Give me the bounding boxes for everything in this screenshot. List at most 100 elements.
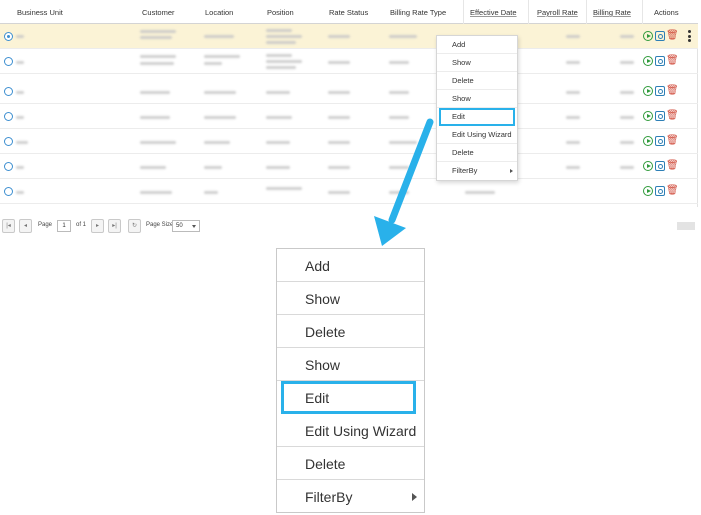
menu-item-show[interactable]: Show bbox=[437, 54, 517, 72]
activate-icon[interactable] bbox=[643, 136, 653, 146]
redacted-cell bbox=[16, 35, 24, 38]
activate-icon[interactable] bbox=[643, 86, 653, 96]
redacted-cell bbox=[266, 116, 292, 119]
table-row[interactable]: 🗑 bbox=[0, 79, 698, 104]
first-page-button[interactable]: |◂ bbox=[2, 219, 15, 233]
trash-icon[interactable]: 🗑 bbox=[666, 31, 679, 41]
menu-item-edit[interactable]: Edit bbox=[439, 108, 515, 126]
activate-icon[interactable] bbox=[643, 111, 653, 121]
menu-item-show-2[interactable]: Show bbox=[437, 90, 517, 108]
redacted-cell bbox=[465, 191, 495, 194]
pager: |◂ ◂ Page 1 of 1 ▸ ▸| ↻ Page Size 50 bbox=[2, 219, 700, 234]
redacted-cell bbox=[140, 166, 166, 169]
view-details-icon[interactable] bbox=[655, 86, 665, 96]
activate-icon[interactable] bbox=[643, 186, 653, 196]
table-row[interactable]: 🗑 bbox=[0, 154, 698, 179]
menu-item-edit[interactable]: Edit bbox=[281, 381, 416, 414]
column-divider[interactable] bbox=[528, 0, 529, 24]
redacted-cell bbox=[328, 91, 350, 94]
menu-item-add[interactable]: Add bbox=[277, 249, 424, 282]
redacted-cell bbox=[140, 30, 176, 33]
trash-icon[interactable]: 🗑 bbox=[666, 136, 679, 146]
row-select-radio[interactable] bbox=[4, 87, 13, 96]
table-row[interactable]: 🗑 bbox=[0, 104, 698, 129]
row-select-radio[interactable] bbox=[4, 112, 13, 121]
col-header-position[interactable]: Position bbox=[267, 0, 294, 24]
redacted-cell bbox=[566, 116, 580, 119]
col-header-billing-rate-type[interactable]: Billing Rate Type bbox=[390, 0, 446, 24]
col-header-effective-date[interactable]: Effective Date bbox=[470, 0, 517, 24]
row-select-radio[interactable] bbox=[4, 187, 13, 196]
redacted-cell bbox=[566, 91, 580, 94]
redacted-cell bbox=[620, 61, 634, 64]
menu-item-show-2[interactable]: Show bbox=[277, 348, 424, 381]
view-details-icon[interactable] bbox=[655, 56, 665, 66]
redacted-cell bbox=[16, 116, 24, 119]
col-header-rate-status[interactable]: Rate Status bbox=[329, 0, 368, 24]
trash-icon[interactable]: 🗑 bbox=[666, 56, 679, 66]
trash-icon[interactable]: 🗑 bbox=[666, 86, 679, 96]
menu-item-filterby[interactable]: FilterBy bbox=[437, 162, 517, 180]
col-header-payroll-rate[interactable]: Payroll Rate bbox=[537, 0, 578, 24]
menu-item-show[interactable]: Show bbox=[277, 282, 424, 315]
column-divider[interactable] bbox=[642, 0, 643, 24]
table-row[interactable]: 🗑 bbox=[0, 179, 698, 204]
context-menu: Add Show Delete Show Edit Edit Using Wiz… bbox=[436, 35, 518, 181]
view-details-icon[interactable] bbox=[655, 111, 665, 121]
table-row[interactable]: 🗑 bbox=[0, 49, 698, 74]
redacted-cell bbox=[140, 62, 174, 65]
redacted-cell bbox=[204, 55, 240, 58]
table-row[interactable]: 🗑 bbox=[0, 24, 698, 49]
row-select-radio[interactable] bbox=[4, 162, 13, 171]
redacted-cell bbox=[140, 141, 176, 144]
menu-item-delete[interactable]: Delete bbox=[277, 315, 424, 348]
redacted-cell bbox=[140, 116, 170, 119]
page-size-select[interactable]: 50 bbox=[172, 220, 200, 232]
view-details-icon[interactable] bbox=[655, 161, 665, 171]
trash-icon[interactable]: 🗑 bbox=[666, 161, 679, 171]
trash-icon[interactable]: 🗑 bbox=[666, 186, 679, 196]
menu-item-add[interactable]: Add bbox=[437, 36, 517, 54]
row-select-radio[interactable] bbox=[4, 32, 13, 41]
last-page-button[interactable]: ▸| bbox=[108, 219, 121, 233]
view-details-icon[interactable] bbox=[655, 136, 665, 146]
horizontal-scrollbar[interactable] bbox=[677, 222, 695, 230]
menu-item-delete[interactable]: Delete bbox=[437, 72, 517, 90]
col-header-billing-rate[interactable]: Billing Rate bbox=[593, 0, 631, 24]
activate-icon[interactable] bbox=[643, 56, 653, 66]
trash-icon[interactable]: 🗑 bbox=[666, 111, 679, 121]
page-number-input[interactable]: 1 bbox=[57, 220, 71, 232]
redacted-cell bbox=[566, 61, 580, 64]
col-header-location[interactable]: Location bbox=[205, 0, 233, 24]
page-size-label: Page Size bbox=[146, 222, 174, 228]
menu-item-delete-2[interactable]: Delete bbox=[437, 144, 517, 162]
refresh-icon[interactable]: ↻ bbox=[128, 219, 141, 233]
table-row[interactable]: 🗑 bbox=[0, 129, 698, 154]
menu-item-edit-using-wizard[interactable]: Edit Using Wizard bbox=[437, 126, 517, 144]
redacted-cell bbox=[266, 60, 302, 63]
menu-item-edit-using-wizard[interactable]: Edit Using Wizard bbox=[277, 414, 424, 447]
menu-item-delete-2[interactable]: Delete bbox=[277, 447, 424, 480]
menu-item-filterby[interactable]: FilterBy bbox=[277, 480, 424, 513]
prev-page-button[interactable]: ◂ bbox=[19, 219, 32, 233]
activate-icon[interactable] bbox=[643, 31, 653, 41]
row-select-radio[interactable] bbox=[4, 57, 13, 66]
redacted-cell bbox=[566, 141, 580, 144]
col-header-customer[interactable]: Customer bbox=[142, 0, 175, 24]
context-menu-zoomed: Add Show Delete Show Edit Edit Using Wiz… bbox=[276, 248, 425, 513]
column-divider[interactable] bbox=[463, 0, 464, 24]
view-details-icon[interactable] bbox=[655, 186, 665, 196]
view-details-icon[interactable] bbox=[655, 31, 665, 41]
redacted-cell bbox=[266, 187, 302, 190]
column-divider[interactable] bbox=[586, 0, 587, 24]
redacted-cell bbox=[16, 61, 24, 64]
next-page-button[interactable]: ▸ bbox=[91, 219, 104, 233]
redacted-cell bbox=[16, 91, 24, 94]
redacted-cell bbox=[328, 141, 350, 144]
activate-icon[interactable] bbox=[643, 161, 653, 171]
more-options-icon[interactable] bbox=[687, 30, 691, 44]
redacted-cell bbox=[328, 35, 350, 38]
col-header-business-unit[interactable]: Business Unit bbox=[17, 0, 63, 24]
row-select-radio[interactable] bbox=[4, 137, 13, 146]
page-count-label: of 1 bbox=[76, 222, 87, 228]
